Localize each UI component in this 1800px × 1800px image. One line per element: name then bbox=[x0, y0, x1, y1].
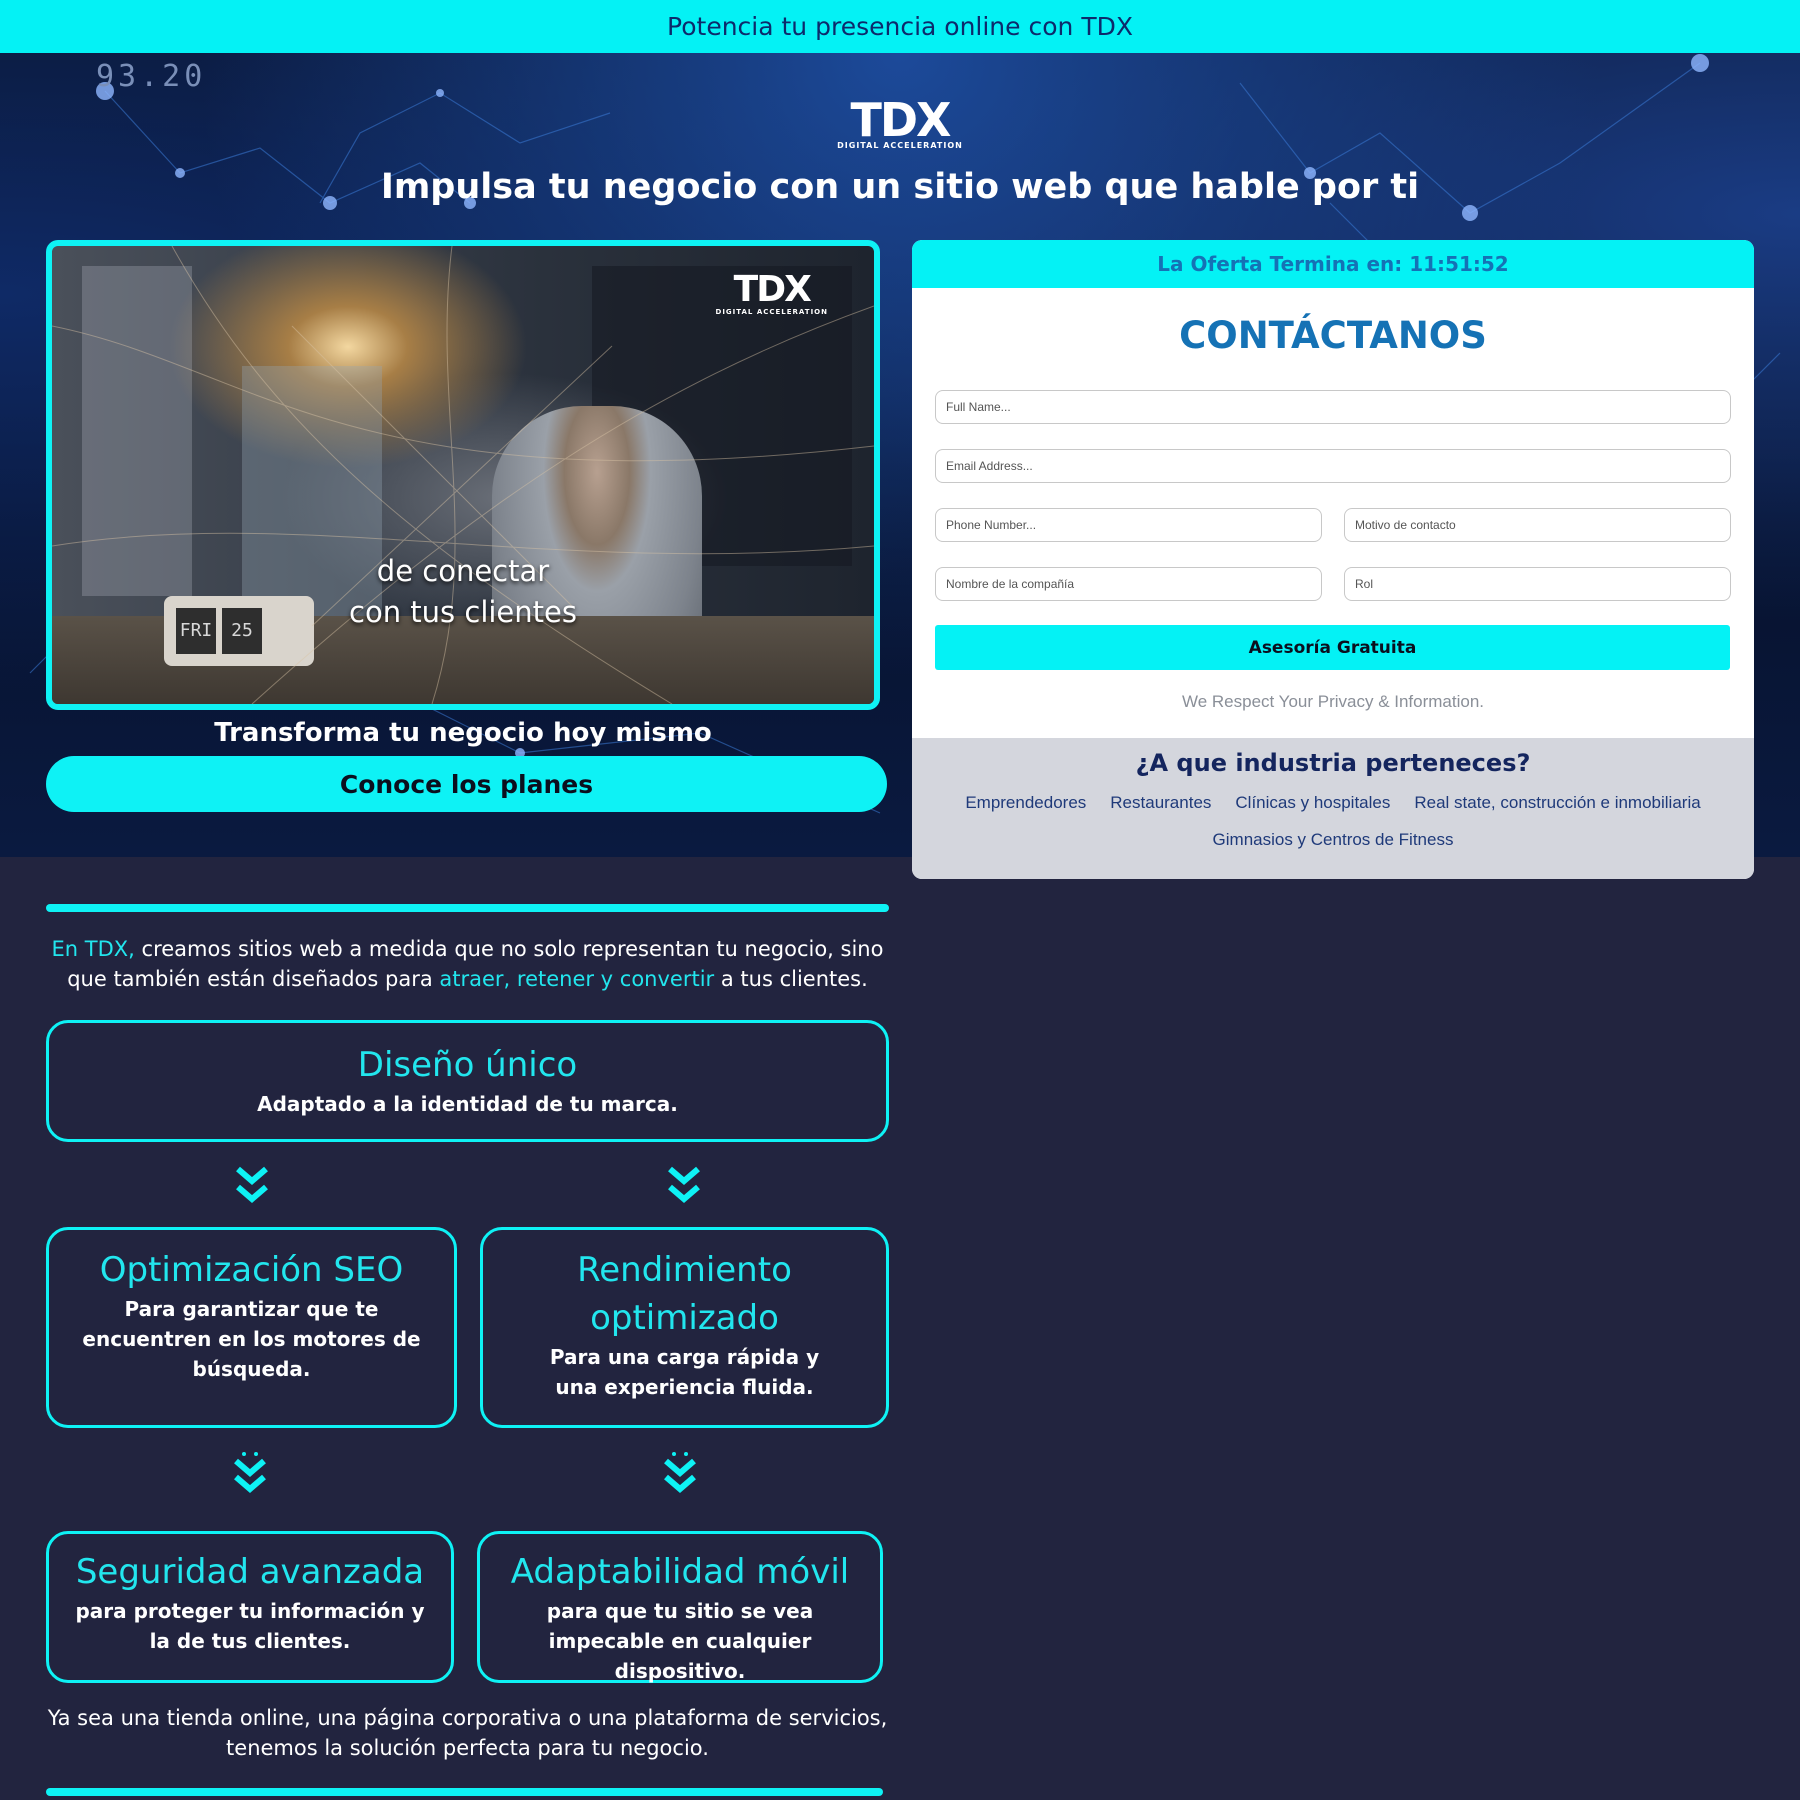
caption-line-1: de conectar bbox=[376, 554, 550, 588]
feature-title: Seguridad avanzada bbox=[75, 1552, 425, 1592]
feature-card-seguridad: Seguridad avanzada para proteger tu info… bbox=[46, 1531, 454, 1683]
feature-desc: para que tu sitio se vea impecable en cu… bbox=[546, 1599, 814, 1683]
section-divider-bottom bbox=[46, 1788, 883, 1796]
industry-link-emprendedores[interactable]: Emprendedores bbox=[965, 793, 1086, 813]
feature-desc: Para garantizar que te encuentren en los… bbox=[82, 1297, 421, 1381]
company-field[interactable] bbox=[935, 567, 1322, 601]
industry-link-gimnasios[interactable]: Gimnasios y Centros de Fitness bbox=[1213, 830, 1454, 850]
industry-link-real-state[interactable]: Real state, construcción e inmobiliaria bbox=[1414, 793, 1700, 813]
feature-title: Optimización SEO bbox=[99, 1250, 404, 1290]
offer-countdown: La Oferta Termina en: 11:51:52 bbox=[912, 240, 1754, 288]
feature-card-rendimiento: Rendimiento optimizado Para una carga rá… bbox=[480, 1227, 889, 1428]
logo-tagline: DIGITAL ACCELERATION bbox=[837, 141, 963, 150]
industry-links: Emprendedores Restaurantes Clínicas y ho… bbox=[912, 793, 1754, 867]
contact-form-card: La Oferta Termina en: 11:51:52 CONTÁCTAN… bbox=[912, 240, 1754, 879]
chevron-double-down-icon bbox=[668, 1166, 700, 1203]
outro-paragraph: Ya sea una tienda online, una página cor… bbox=[47, 1706, 888, 1760]
feature-title: Rendimiento optimizado bbox=[577, 1250, 792, 1338]
hero-title: Impulsa tu negocio con un sitio web que … bbox=[380, 167, 1420, 207]
intro-paragraph: En TDX, creamos sitios web a medida que … bbox=[46, 934, 889, 994]
video-caption: de conectar con tus clientes bbox=[52, 551, 874, 633]
industry-link-restaurantes[interactable]: Restaurantes bbox=[1110, 793, 1211, 813]
plans-button[interactable]: Conoce los planes bbox=[46, 756, 887, 812]
email-field[interactable] bbox=[935, 449, 1731, 483]
industry-title: ¿A que industria perteneces? bbox=[1135, 749, 1531, 777]
feature-title: Diseño único bbox=[357, 1045, 578, 1085]
promo-video[interactable]: FRI 25 TDX DIGITAL ACCELERATION de conec… bbox=[46, 240, 880, 710]
chevron-double-down-icon bbox=[664, 1452, 696, 1493]
phone-field[interactable] bbox=[935, 508, 1322, 542]
feature-card-seo: Optimización SEO Para garantizar que te … bbox=[46, 1227, 457, 1428]
chevron-double-down-icon bbox=[234, 1452, 266, 1493]
feature-desc: Para una carga rápida y una experiencia … bbox=[549, 1345, 820, 1399]
intro-highlight-brand: En TDX, bbox=[51, 937, 135, 961]
video-logo-word: TDX bbox=[733, 269, 812, 310]
industry-section: ¿A que industria perteneces? Emprendedor… bbox=[912, 738, 1754, 879]
full-name-field[interactable] bbox=[935, 390, 1731, 424]
privacy-note: We Respect Your Privacy & Information. bbox=[1181, 692, 1485, 711]
industry-link-clinicas[interactable]: Clínicas y hospitales bbox=[1235, 793, 1390, 813]
hero-readout: 93.20 bbox=[96, 59, 207, 94]
feature-card-movil: Adaptabilidad móvil para que tu sitio se… bbox=[477, 1531, 883, 1683]
contact-reason-field[interactable] bbox=[1344, 508, 1731, 542]
submit-button[interactable]: Asesoría Gratuita bbox=[935, 625, 1730, 670]
feature-title: Adaptabilidad móvil bbox=[510, 1552, 850, 1592]
caption-line-2: con tus clientes bbox=[349, 595, 577, 629]
section-divider-top bbox=[46, 904, 889, 912]
role-field[interactable] bbox=[1344, 567, 1731, 601]
announcement-text: Potencia tu presencia online con TDX bbox=[667, 12, 1133, 41]
logo-word: TDX bbox=[850, 93, 951, 147]
feature-desc: para proteger tu información y la de tus… bbox=[75, 1599, 425, 1653]
tdx-logo[interactable]: TDX DIGITAL ACCELERATION bbox=[830, 97, 970, 157]
intro-text-2: a tus clientes. bbox=[714, 967, 868, 991]
feature-card-diseno: Diseño único Adaptado a la identidad de … bbox=[46, 1020, 889, 1142]
form-title: CONTÁCTANOS bbox=[1179, 314, 1487, 357]
announcement-bar: Potencia tu presencia online con TDX bbox=[0, 0, 1800, 53]
video-logo: TDX DIGITAL ACCELERATION bbox=[715, 269, 828, 317]
video-logo-tagline: DIGITAL ACCELERATION bbox=[715, 308, 828, 316]
intro-highlight-goals: atraer, retener y convertir bbox=[439, 967, 715, 991]
chevron-double-down-icon bbox=[236, 1166, 268, 1203]
feature-desc: Adaptado a la identidad de tu marca. bbox=[257, 1092, 678, 1116]
hero-subtitle: Transforma tu negocio hoy mismo bbox=[214, 718, 712, 748]
